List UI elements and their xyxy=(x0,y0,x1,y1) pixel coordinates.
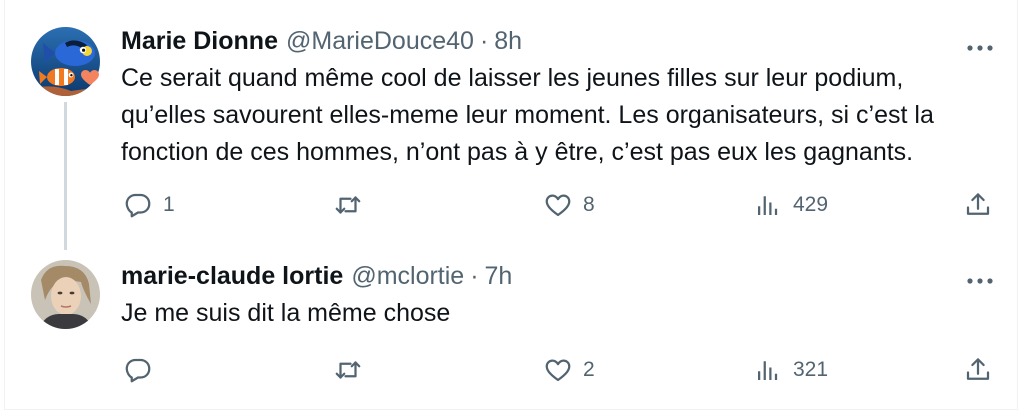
display-name[interactable]: Marie Dionne xyxy=(121,27,278,56)
like-button[interactable]: 2 xyxy=(543,355,595,385)
tweet-header: Marie Dionne @MarieDouce40 · 8h xyxy=(121,27,522,59)
views-button[interactable]: 429 xyxy=(753,190,828,220)
user-handle[interactable]: @mclortie xyxy=(351,262,464,291)
tweet-text: Je me suis dit la même chose xyxy=(121,295,1001,332)
tweet-header: marie-claude lortie @mclortie · 7h xyxy=(121,262,512,294)
repost-icon xyxy=(335,361,361,379)
reply-count: 1 xyxy=(163,193,175,216)
repost-button[interactable] xyxy=(333,355,373,385)
orange-heart-icon xyxy=(81,70,99,86)
separator-dot: · xyxy=(470,262,479,290)
share-button[interactable] xyxy=(963,355,993,385)
like-icon xyxy=(545,359,571,382)
repost-button[interactable] xyxy=(333,190,373,220)
like-icon xyxy=(545,194,571,217)
timestamp[interactable]: 7h xyxy=(485,262,513,291)
user-handle[interactable]: @MarieDouce40 xyxy=(286,27,474,56)
views-icon xyxy=(758,361,778,380)
tweet-text-line: Je me suis dit la même chose xyxy=(121,299,451,327)
display-name[interactable]: marie-claude lortie xyxy=(121,262,343,291)
more-options-button[interactable] xyxy=(965,273,995,284)
conversation-thread: Marie Dionne @MarieDouce40 · 8h Ce serai… xyxy=(4,0,1018,410)
avatar[interactable] xyxy=(31,260,100,329)
tweet-text-line: fonction de ces hommes, n’ont pas à y êt… xyxy=(121,138,914,166)
share-icon xyxy=(966,193,990,215)
tweet[interactable]: marie-claude lortie @mclortie · 7h Je me… xyxy=(5,245,1019,410)
like-count: 2 xyxy=(583,358,595,381)
like-count: 8 xyxy=(583,193,595,216)
tweet-text: Ce serait quand même cool de laisser les… xyxy=(121,60,1001,171)
views-count: 429 xyxy=(793,193,829,216)
share-icon xyxy=(966,358,990,380)
more-options-icon xyxy=(967,45,993,51)
separator-dot: · xyxy=(479,27,489,55)
thread-connector-line xyxy=(64,102,67,250)
reply-button[interactable] xyxy=(123,355,163,385)
more-options-icon xyxy=(967,278,993,284)
reply-button[interactable]: 1 xyxy=(123,190,175,220)
like-button[interactable]: 8 xyxy=(543,190,595,220)
views-icon xyxy=(758,196,778,215)
share-button[interactable] xyxy=(963,190,993,220)
reply-icon xyxy=(125,358,151,383)
tweet-text-line: qu’elles savourent elles-meme leur momen… xyxy=(121,101,934,129)
person-photo-avatar-icon xyxy=(31,260,100,329)
tweet[interactable]: Marie Dionne @MarieDouce40 · 8h Ce serai… xyxy=(5,0,1019,250)
views-button[interactable]: 321 xyxy=(753,355,828,385)
tweet-text-line: Ce serait quand même cool de laisser les… xyxy=(121,64,904,92)
repost-icon xyxy=(335,196,361,214)
timestamp[interactable]: 8h xyxy=(494,27,522,56)
reply-icon xyxy=(125,193,151,218)
more-options-button[interactable] xyxy=(965,40,995,51)
views-count: 321 xyxy=(793,358,829,381)
